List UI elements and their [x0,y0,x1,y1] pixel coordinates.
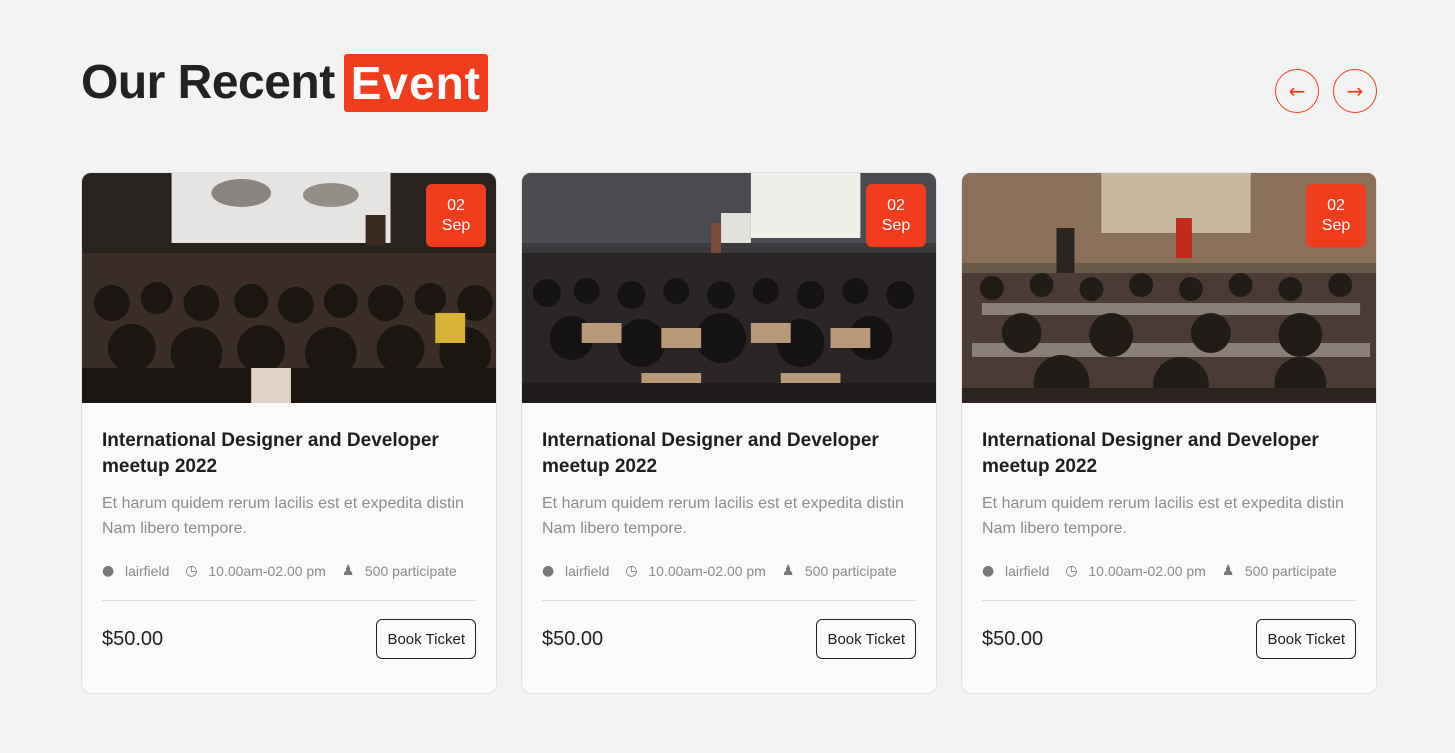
event-participants: 500 participate [1244,563,1337,579]
event-time: 10.00am-02.00 pm [208,563,326,579]
book-ticket-button[interactable]: Book Ticket [816,619,916,659]
event-photo: 02 Sep [962,173,1376,403]
event-card[interactable]: 02 Sep International Designer and Develo… [81,172,497,694]
event-price: $50.00 [102,627,164,650]
event-description: Et harum quidem rerum lacilis est et exp… [542,495,904,537]
event-participants: 500 participate [364,563,457,579]
clock-icon: ◷ [625,563,638,579]
event-date-badge: 02 Sep [866,184,926,247]
event-date-day: 02 [447,197,465,214]
event-description: Et harum quidem rerum lacilis est et exp… [982,495,1344,537]
event-photo: 02 Sep [522,173,936,403]
arrow-left-icon: ← [1288,79,1306,103]
event-price: $50.00 [982,627,1044,650]
event-photo: 02 Sep [82,173,496,403]
event-cards: 02 Sep International Designer and Develo… [81,172,1377,694]
location-pin-icon: ● [982,563,995,579]
divider [542,600,916,601]
event-time: 10.00am-02.00 pm [1088,563,1206,579]
next-button[interactable]: → [1333,69,1377,113]
event-participants: 500 participate [804,563,897,579]
event-description: Et harum quidem rerum lacilis est et exp… [102,495,464,537]
section-title: Our Recent [81,56,335,109]
section-title-highlight: Event [343,54,488,112]
location-pin-icon: ● [102,563,115,579]
book-ticket-button[interactable]: Book Ticket [376,619,476,659]
event-date-month: Sep [441,217,471,234]
location-pin-icon: ● [542,563,555,579]
event-location: lairfield [1005,563,1050,579]
event-location: lairfield [565,563,610,579]
event-card[interactable]: 02 Sep International Designer and Develo… [521,172,937,694]
event-title[interactable]: International Designer and Developer mee… [102,428,476,480]
event-date-badge: 02 Sep [426,184,486,247]
divider [102,600,476,601]
event-card[interactable]: 02 Sep International Designer and Develo… [961,172,1377,694]
event-date-day: 02 [1327,197,1345,214]
event-price: $50.00 [542,627,604,650]
person-icon: ♟ [341,563,355,579]
event-date-badge: 02 Sep [1306,184,1366,247]
event-time: 10.00am-02.00 pm [648,563,766,579]
arrow-right-icon: → [1346,79,1364,103]
section-heading: Our Recent Event [81,54,488,112]
event-date-month: Sep [1321,217,1351,234]
divider [982,600,1356,601]
book-ticket-button[interactable]: Book Ticket [1256,619,1356,659]
event-meta: ● lairfield ◷ 10.00am-02.00 pm ♟ 500 partic… [542,563,916,579]
clock-icon: ◷ [1065,563,1078,579]
person-icon: ♟ [1221,563,1235,579]
carousel-nav: ← → [1275,69,1377,113]
person-icon: ♟ [781,563,795,579]
event-date-month: Sep [881,217,911,234]
prev-button[interactable]: ← [1275,69,1319,113]
event-title[interactable]: International Designer and Developer mee… [982,428,1356,480]
event-location: lairfield [125,563,170,579]
event-meta: ● lairfield ◷ 10.00am-02.00 pm ♟ 500 partic… [982,563,1356,579]
clock-icon: ◷ [185,563,198,579]
event-date-day: 02 [887,197,905,214]
event-title[interactable]: International Designer and Developer mee… [542,428,916,480]
event-meta: ● lairfield ◷ 10.00am-02.00 pm ♟ 500 partic… [102,563,476,579]
